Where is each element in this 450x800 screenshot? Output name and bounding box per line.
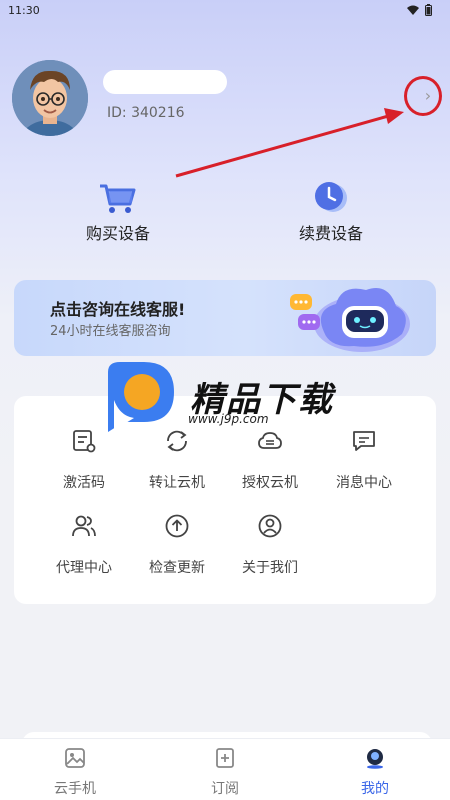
tab-bar: 云手机 订阅 我的 — [0, 738, 450, 800]
quick-actions: 购买设备 续费设备 — [0, 180, 450, 250]
robot-mascot-icon — [290, 288, 410, 352]
menu-messages-label: 消息中心 — [336, 475, 392, 491]
watermark-p-icon — [108, 362, 174, 432]
tab-mine-label: 我的 — [361, 781, 389, 797]
subscribe-icon — [216, 748, 234, 768]
customer-service-banner[interactable]: 点击咨询在线客服! 24小时在线客服咨询 — [14, 280, 436, 356]
tab-cloud-phone-label: 云手机 — [54, 781, 96, 797]
banner-title: 点击咨询在线客服! — [50, 300, 186, 319]
menu-transfer-label: 转让云机 — [149, 475, 205, 491]
menu-agent-center-label: 代理中心 — [56, 560, 112, 576]
image-icon — [65, 748, 85, 768]
menu-authorize-label: 授权云机 — [242, 475, 298, 491]
renew-device-label: 续费设备 — [298, 224, 363, 243]
profile-icon — [367, 749, 383, 769]
annotation-arrow — [175, 108, 404, 178]
clock-icon — [311, 180, 351, 216]
user-circle-icon — [258, 514, 282, 538]
users-icon — [72, 515, 96, 537]
menu-agent-center[interactable]: 代理中心 — [44, 513, 124, 577]
tab-subscribe-label: 订阅 — [211, 781, 239, 797]
renew-device-button[interactable]: 续费设备 — [271, 180, 391, 244]
menu-about-us[interactable]: 关于我们 — [230, 513, 310, 577]
upload-icon — [165, 514, 189, 538]
buy-device-button[interactable]: 购买设备 — [58, 180, 178, 244]
watermark-logo: 精品下载 www.j9p.com — [100, 360, 360, 440]
menu-check-update[interactable]: 检查更新 — [137, 513, 217, 577]
annotation-circle — [404, 76, 442, 116]
buy-device-label: 购买设备 — [85, 224, 150, 243]
tab-mine[interactable]: 我的 — [330, 747, 420, 798]
menu-check-update-label: 检查更新 — [149, 560, 205, 576]
activation-code-icon — [73, 430, 96, 453]
banner-subtitle: 24小时在线客服咨询 — [50, 324, 171, 339]
cart-icon — [98, 180, 138, 216]
watermark-url: www.j9p.com — [188, 412, 269, 426]
tab-cloud-phone[interactable]: 云手机 — [30, 747, 120, 798]
menu-activation-code-label: 激活码 — [63, 475, 105, 491]
tab-subscribe[interactable]: 订阅 — [180, 747, 270, 798]
menu-about-us-label: 关于我们 — [242, 560, 298, 576]
